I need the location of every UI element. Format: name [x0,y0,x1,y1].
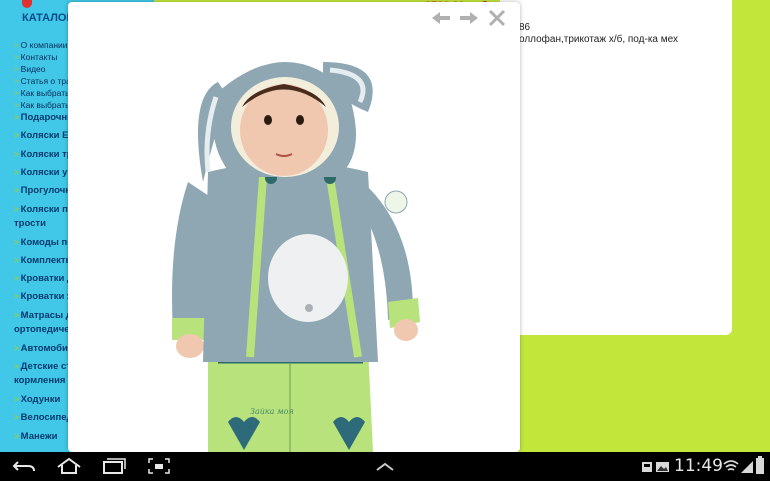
menu-item-label: кормления [14,375,66,386]
arrow-icon: > [14,41,19,50]
wifi-icon [723,458,739,479]
back-icon[interactable] [10,456,40,476]
menu-item-label: Видео [20,64,46,74]
up-chevron-icon[interactable] [370,456,400,476]
wifi-icon-glyph [723,460,739,471]
arrow-icon: > [14,432,19,441]
arrow-icon: > [14,256,19,265]
signal-icon-glyph [741,461,753,473]
battery-icon [755,456,765,481]
arrow-right-icon-glyph [460,12,478,24]
battery-icon-glyph [756,456,764,474]
arrow-icon: > [14,362,19,371]
arrow-icon: > [14,77,19,86]
system-navigation-bar: 11:49 [0,452,770,481]
arrow-icon: > [14,274,19,283]
gallery-notification-icon-glyph [642,462,652,472]
arrow-left-icon-glyph [432,12,450,24]
screenshot-icon[interactable] [144,456,174,476]
recent-apps-icon[interactable] [99,456,129,476]
arrow-icon: > [14,65,19,74]
image-lightbox: Зайка моя [68,2,520,452]
arrow-icon: > [14,292,19,301]
menu-item-label: О компании [20,40,68,50]
recent-apps-icon-glyph [103,458,126,474]
image-notification-icon-glyph [656,462,669,472]
menu-item-label: Ходунки [20,394,61,405]
arrow-icon: > [14,168,19,177]
arrow-icon: > [14,131,19,140]
arrow-left-icon[interactable] [430,10,452,30]
up-chevron-icon-glyph [376,462,394,471]
product-size-text: 86 [519,22,531,33]
product-material-text: оллофан,трикотаж х/б, под-ка мех [519,34,678,45]
product-photo: Зайка моя [172,62,420,452]
svg-text:Зайка моя: Зайка моя [250,407,294,416]
home-icon-glyph [57,457,81,474]
arrow-right-icon[interactable] [458,10,480,30]
menu-item-label: трости [14,218,46,229]
clock: 11:49 [674,456,723,476]
arrow-icon: > [14,89,19,98]
arrow-icon: > [14,150,19,159]
arrow-icon: > [14,205,19,214]
catalog-title: КАТАЛОГ [22,12,73,24]
screenshot-icon-glyph [148,458,170,474]
menu-item-label: Манежи [20,431,58,442]
close-icon[interactable] [486,8,508,28]
logo-icon [22,0,32,8]
arrow-icon: > [14,311,19,320]
home-icon[interactable] [54,456,84,476]
arrow-icon: > [14,395,19,404]
arrow-icon: > [14,53,19,62]
arrow-icon: > [14,238,19,247]
gallery-notification-icon [641,460,655,478]
menu-item-label: Контакты [20,52,58,62]
arrow-icon: > [14,101,19,110]
signal-icon [740,458,754,479]
close-icon-glyph [488,9,506,27]
arrow-icon: > [14,186,19,195]
arrow-icon: > [14,413,19,422]
arrow-icon: > [14,113,19,122]
back-icon-glyph [12,461,35,472]
product-info-panel [500,0,732,335]
arrow-icon: > [14,344,19,353]
image-notification-icon [655,460,671,478]
